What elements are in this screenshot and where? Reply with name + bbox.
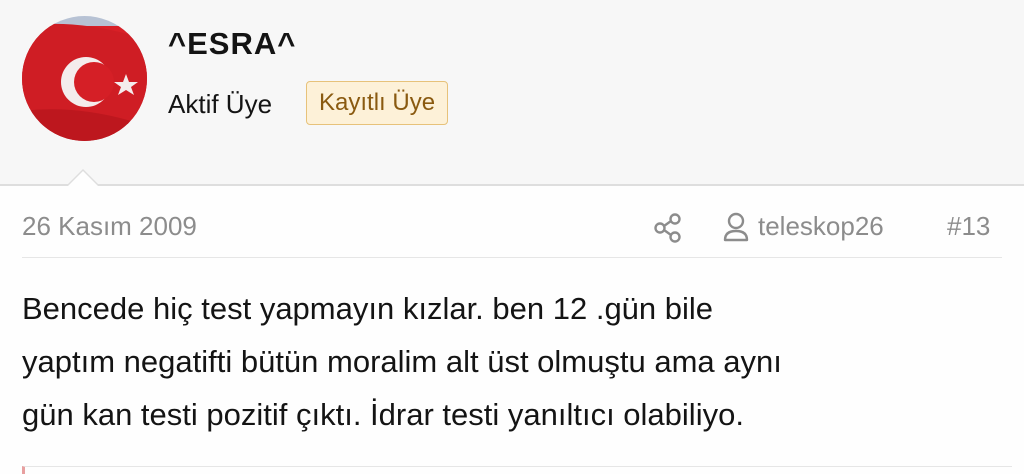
- user-badge: Kayıtlı Üye: [306, 81, 449, 125]
- post-body: Bencede hiç test yapmayın kızlar. ben 12…: [22, 282, 982, 441]
- user-header: ^ESRA^ Aktif Üye Kayıtlı Üye: [0, 0, 1024, 184]
- share-icon: [654, 213, 681, 243]
- post-line: gün kan testi pozitif çıktı. İdrar testi…: [22, 397, 744, 432]
- forum-post: ^ESRA^ Aktif Üye Kayıtlı Üye 26 Kasım 20…: [0, 0, 1024, 474]
- share-button[interactable]: [650, 210, 686, 246]
- post-number[interactable]: #13: [947, 211, 990, 242]
- user-icon: [722, 211, 750, 243]
- post-line: Bencede hiç test yapmayın kızlar. ben 12…: [22, 291, 714, 326]
- post-date[interactable]: 26 Kasım 2009: [22, 211, 197, 242]
- header-divider: [0, 184, 1024, 186]
- user-title: Aktif Üye: [168, 89, 273, 119]
- author-link[interactable]: teleskop26: [758, 211, 884, 242]
- header-pointer: [66, 169, 100, 186]
- avatar[interactable]: [22, 16, 147, 141]
- meta-divider: [22, 257, 1002, 258]
- username[interactable]: ^ESRA^: [168, 26, 296, 62]
- turkish-flag-avatar-icon: [22, 16, 147, 141]
- quote-box-edge: [22, 466, 1012, 474]
- post-line: yaptım negatifti bütün moralim alt üst o…: [22, 344, 782, 379]
